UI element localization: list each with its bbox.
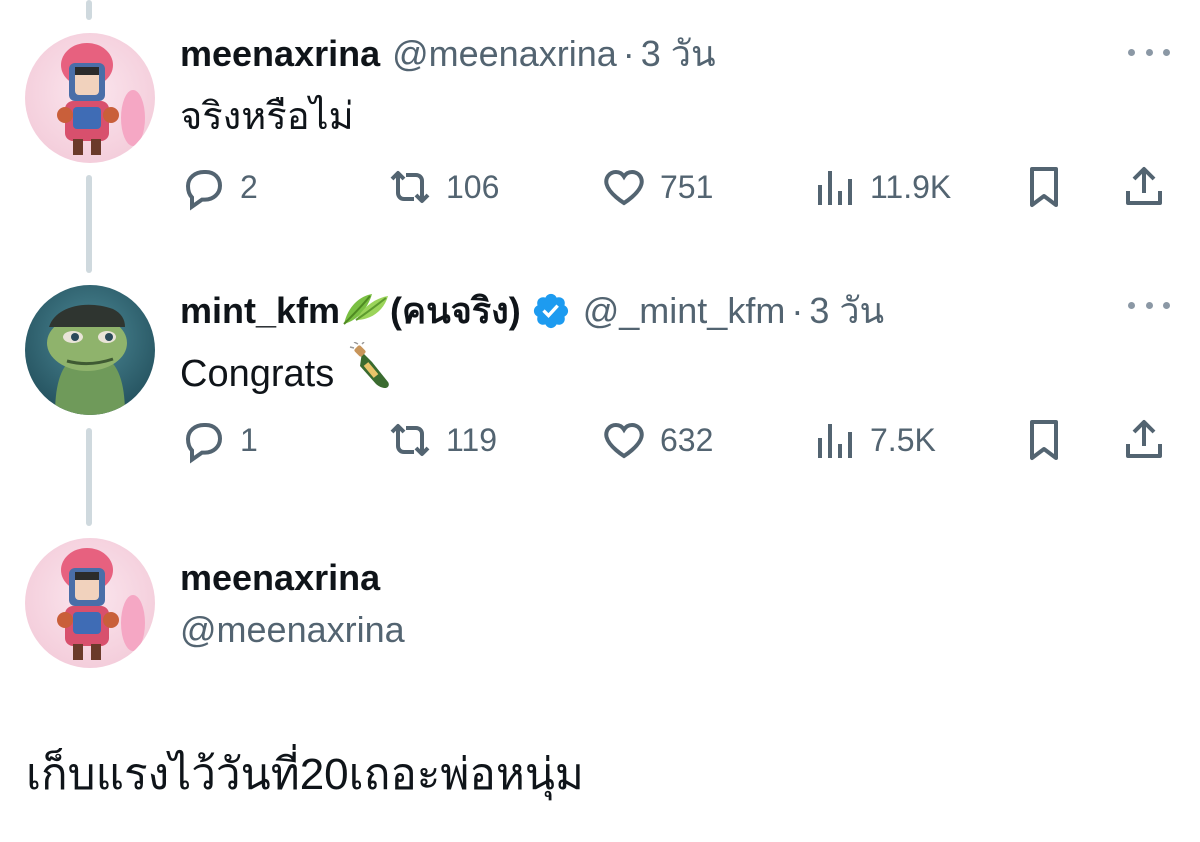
display-name[interactable]: mint_kfm (180, 289, 340, 333)
views-icon (818, 171, 852, 205)
reply-icon (185, 170, 223, 211)
views-button[interactable]: 7.5K (810, 415, 936, 465)
like-button[interactable]: 751 (600, 162, 713, 212)
display-name-suffix[interactable]: (คนจริง) (390, 289, 521, 333)
reply-count: 2 (240, 168, 258, 205)
separator: · (791, 290, 804, 331)
verified-icon[interactable] (531, 291, 571, 331)
share-button[interactable] (1120, 415, 1168, 465)
views-count: 11.9K (870, 168, 952, 205)
like-icon (604, 422, 644, 459)
share-icon (1126, 420, 1162, 458)
views-count: 7.5K (870, 421, 936, 458)
bookmark-button[interactable] (1020, 162, 1068, 212)
handle[interactable]: @meenaxrina (180, 608, 405, 652)
avatar[interactable] (25, 538, 155, 668)
reply-tweet[interactable]: meenaxrina @meenaxrina · 3 วัน จริงหรือไ… (0, 0, 1200, 240)
like-icon (604, 169, 644, 206)
like-count: 632 (660, 421, 714, 458)
more-icon[interactable] (1128, 42, 1170, 62)
bookmark-icon (1030, 167, 1058, 207)
like-count: 751 (660, 168, 714, 205)
avatar[interactable] (25, 33, 155, 163)
retweet-icon (390, 171, 430, 203)
views-icon (818, 424, 852, 458)
handle[interactable]: @_mint_kfm (583, 289, 786, 333)
reply-button[interactable]: 1 (180, 415, 258, 465)
retweet-count: 119 (446, 421, 498, 458)
display-name[interactable]: meenaxrina (180, 32, 380, 76)
like-button[interactable]: 632 (600, 415, 713, 465)
retweet-count: 106 (446, 168, 500, 205)
share-button[interactable] (1120, 162, 1168, 212)
bookmark-icon (1030, 420, 1058, 460)
action-bar: 1 119 632 7.5K (180, 415, 1170, 465)
leaf-emoji (340, 284, 390, 338)
tweet-header: meenaxrina (180, 556, 380, 600)
separator: · (622, 33, 635, 74)
retweet-button[interactable]: 106 (386, 162, 499, 212)
tweet-text-content: Congrats (180, 352, 335, 395)
avatar[interactable] (25, 285, 155, 415)
retweet-icon (390, 424, 430, 456)
handle[interactable]: @meenaxrina (392, 32, 617, 76)
reply-button[interactable]: 2 (180, 162, 258, 212)
views-button[interactable]: 11.9K (810, 162, 951, 212)
tweet-text: Congrats (180, 341, 400, 405)
share-icon (1126, 167, 1162, 205)
retweet-button[interactable]: 119 (386, 415, 497, 465)
main-tweet-text: เก็บแรงไว้วันที่20เถอะพ่อหนุ่ม (26, 750, 584, 799)
bookmark-button[interactable] (1020, 415, 1068, 465)
tweet-header: meenaxrina @meenaxrina · 3 วัน (180, 32, 716, 76)
tweet-text: จริงหรือไม่ (180, 96, 354, 138)
action-bar: 2 106 751 11.9K (180, 162, 1170, 212)
timestamp[interactable]: 3 วัน (641, 32, 716, 76)
reply-tweet[interactable]: mint_kfm (คนจริง) @_mint_kfm · 3 วัน Con… (0, 270, 1200, 510)
reply-count: 1 (240, 421, 258, 458)
reply-icon (185, 423, 223, 464)
handle-line: @meenaxrina (180, 608, 405, 652)
display-name[interactable]: meenaxrina (180, 556, 380, 600)
thread-view: meenaxrina @meenaxrina · 3 วัน จริงหรือไ… (0, 0, 1200, 842)
more-icon[interactable] (1128, 295, 1170, 315)
champagne-emoji (348, 341, 400, 405)
tweet-header: mint_kfm (คนจริง) @_mint_kfm · 3 วัน (180, 284, 884, 338)
timestamp[interactable]: 3 วัน (809, 289, 884, 333)
